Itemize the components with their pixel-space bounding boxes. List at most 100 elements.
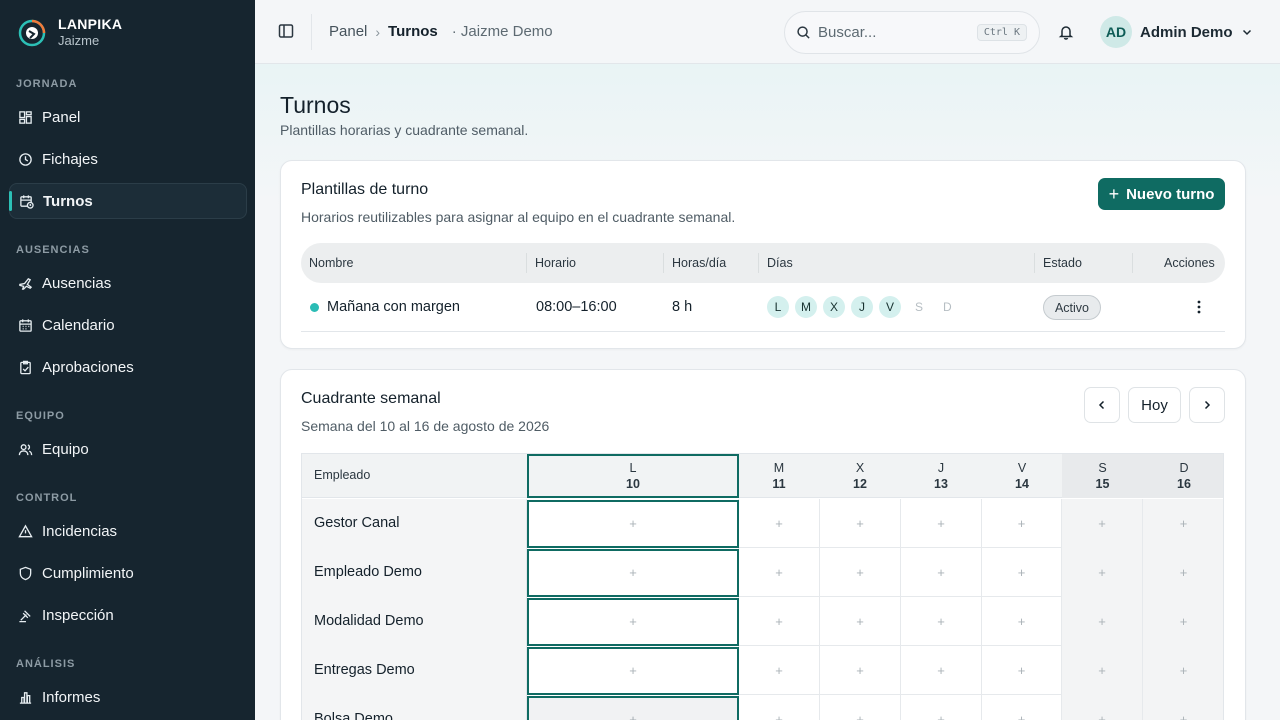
search-input[interactable] — [818, 24, 968, 41]
sidebar-item-calendario[interactable]: Calendario — [9, 307, 247, 343]
column-header-horario: Horario — [535, 256, 576, 270]
add-shift-cell[interactable]: + — [528, 597, 739, 646]
next-week-button[interactable] — [1189, 387, 1225, 423]
add-shift-cell[interactable]: + — [528, 646, 739, 695]
day-chip-off: D — [943, 300, 952, 314]
add-shift-cell[interactable]: + — [820, 597, 901, 646]
add-shift-cell[interactable]: + — [820, 499, 901, 548]
sidebar-item-turnos[interactable]: Turnos — [9, 183, 247, 219]
plus-icon: + — [1108, 183, 1120, 204]
shift-hours: 8 h — [672, 299, 693, 315]
add-shift-cell[interactable]: + — [1062, 548, 1143, 597]
bell-icon[interactable] — [1058, 24, 1074, 40]
column-header-dias: Días — [767, 256, 793, 270]
sidebar-item-fichajes[interactable]: Fichajes — [9, 141, 247, 177]
add-shift-cell[interactable]: + — [982, 548, 1062, 597]
column-divider — [526, 253, 527, 273]
add-shift-cell[interactable]: + — [739, 695, 820, 720]
day-chip-on: M — [795, 296, 817, 318]
add-shift-cell[interactable]: + — [1143, 597, 1223, 646]
chevron-right-icon: › — [375, 23, 381, 40]
divider — [311, 14, 312, 50]
sidebar-item-equipo[interactable]: Equipo — [9, 431, 247, 467]
day-chip-on: J — [851, 296, 873, 318]
new-shift-button[interactable]: + Nuevo turno — [1098, 178, 1225, 210]
add-shift-cell[interactable]: + — [820, 695, 901, 720]
add-shift-cell[interactable]: + — [528, 548, 739, 597]
day-letter: M — [773, 461, 785, 475]
sidebar-item-cumplimiento[interactable]: Cumplimiento — [9, 555, 247, 591]
templates-title: Plantillas de turno — [301, 181, 429, 198]
add-shift-cell[interactable]: + — [739, 548, 820, 597]
employee-name: Gestor Canal — [302, 499, 527, 548]
add-shift-cell[interactable]: + — [982, 597, 1062, 646]
add-shift-cell[interactable]: + — [1062, 499, 1143, 548]
shift-name: Mañana con margen — [327, 299, 460, 315]
day-number: 11 — [772, 477, 786, 491]
add-shift-cell[interactable]: + — [528, 695, 739, 720]
table-row[interactable]: Mañana con margen 08:00–16:00 8 h L M X … — [301, 283, 1225, 332]
add-shift-cell[interactable]: + — [1143, 548, 1223, 597]
user-menu[interactable]: AD Admin Demo — [1100, 16, 1253, 48]
add-shift-cell[interactable]: + — [739, 646, 820, 695]
add-shift-cell[interactable]: + — [528, 499, 739, 548]
add-shift-cell[interactable]: + — [1143, 499, 1223, 548]
sidebar-item-label: Fichajes — [42, 150, 98, 168]
add-shift-cell[interactable]: + — [982, 499, 1062, 548]
previous-week-button[interactable] — [1084, 387, 1120, 423]
breadcrumb-panel[interactable]: Panel — [329, 23, 367, 40]
sidebar-item-label: Panel — [42, 108, 81, 126]
sidebar-item-label: Informes — [42, 688, 101, 706]
sidebar-item-panel[interactable]: Panel — [9, 99, 247, 135]
column-header-nombre: Nombre — [309, 256, 354, 270]
sidebar-item-informes[interactable]: Informes — [9, 679, 247, 715]
clipboard-check-icon — [20, 360, 31, 374]
add-shift-cell[interactable]: + — [739, 597, 820, 646]
day-chip-on: X — [823, 296, 845, 318]
column-header-acciones: Acciones — [1164, 256, 1215, 270]
table-row: Bolsa Demo + + + + + + + — [302, 695, 1223, 720]
clock-icon — [19, 152, 32, 166]
shift-schedule: 08:00–16:00 — [536, 299, 617, 315]
add-shift-cell[interactable]: + — [901, 548, 982, 597]
column-divider — [1132, 253, 1133, 273]
templates-card: Plantillas de turno Horarios reutilizabl… — [280, 160, 1246, 349]
calendar-clock-icon — [20, 194, 34, 209]
add-shift-cell[interactable]: + — [1062, 695, 1143, 720]
column-divider — [663, 253, 664, 273]
add-shift-cell[interactable]: + — [982, 646, 1062, 695]
add-shift-cell[interactable]: + — [1062, 597, 1143, 646]
employee-name: Empleado Demo — [302, 548, 527, 597]
main-content: Turnos Plantillas horarias y cuadrante s… — [255, 64, 1280, 720]
day-letter: X — [855, 461, 865, 475]
sidebar-item-label: Aprobaciones — [42, 358, 134, 376]
add-shift-cell[interactable]: + — [901, 646, 982, 695]
brand[interactable]: LANPIKA Jaizme — [18, 16, 122, 50]
day-header-j: J 13 — [901, 454, 981, 498]
add-shift-cell[interactable]: + — [901, 499, 982, 548]
sidebar-item-label: Inspección — [42, 606, 114, 624]
add-shift-cell[interactable]: + — [901, 695, 982, 720]
sidebar-item-incidencias[interactable]: Incidencias — [9, 513, 247, 549]
day-chip-on: V — [879, 296, 901, 318]
sidebar-item-aprobaciones[interactable]: Aprobaciones — [9, 349, 247, 385]
add-shift-cell[interactable]: + — [1143, 695, 1223, 720]
day-number: 14 — [1015, 477, 1029, 491]
search-box[interactable]: Ctrl K — [784, 11, 1040, 54]
add-shift-cell[interactable]: + — [739, 499, 820, 548]
add-shift-cell[interactable]: + — [1143, 646, 1223, 695]
add-shift-cell[interactable]: + — [1062, 646, 1143, 695]
topbar: Panel › Turnos · Jaizme Demo Ctrl K AD A… — [255, 0, 1280, 64]
search-icon — [797, 26, 810, 39]
sidebar-toggle-icon[interactable] — [277, 22, 295, 40]
add-shift-cell[interactable]: + — [901, 597, 982, 646]
more-vertical-icon[interactable] — [1191, 299, 1207, 315]
sidebar-item-ausencias[interactable]: Ausencias — [9, 265, 247, 301]
add-shift-cell[interactable]: + — [820, 646, 901, 695]
add-shift-cell[interactable]: + — [820, 548, 901, 597]
add-shift-cell[interactable]: + — [982, 695, 1062, 720]
user-name: Admin Demo — [1140, 23, 1233, 41]
today-button[interactable]: Hoy — [1128, 387, 1181, 423]
users-icon — [18, 443, 33, 455]
sidebar-item-inspeccion[interactable]: Inspección — [9, 597, 247, 633]
